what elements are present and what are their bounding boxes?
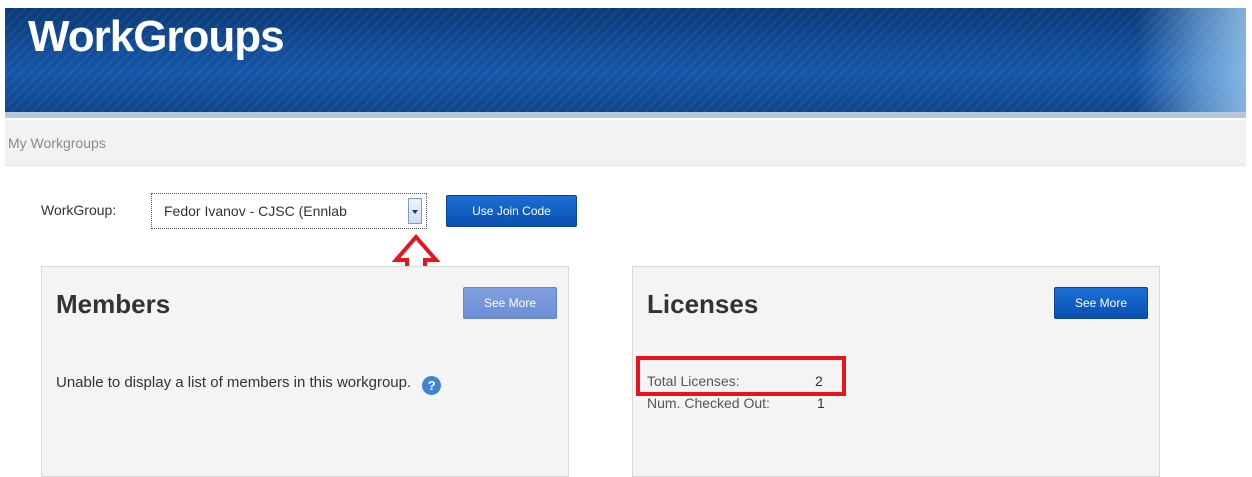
workgroup-label: WorkGroup: bbox=[41, 202, 117, 218]
licenses-title: Licenses bbox=[647, 289, 759, 319]
members-message: Unable to display a list of members in t… bbox=[56, 374, 442, 395]
checked-out-row: Num. Checked Out: 1 bbox=[647, 395, 825, 411]
question-icon[interactable]: ? bbox=[422, 376, 442, 395]
workgroup-select-value: Fedor Ivanov - CJSC (Ennlab bbox=[164, 203, 347, 219]
page: WorkGroups My Workgroups WorkGroup: Fedo… bbox=[0, 0, 1252, 477]
checked-out-label: Num. Checked Out: bbox=[647, 395, 770, 411]
licenses-see-more-button[interactable]: See More bbox=[1054, 287, 1148, 319]
header-divider bbox=[5, 112, 1246, 118]
members-see-more-button[interactable]: See More bbox=[463, 287, 557, 319]
breadcrumb-bar: My Workgroups bbox=[5, 120, 1246, 166]
breadcrumb-link[interactable]: My Workgroups bbox=[8, 135, 106, 151]
members-panel: Members See More Unable to display a lis… bbox=[41, 266, 569, 477]
workgroup-select[interactable]: Fedor Ivanov - CJSC (Ennlab bbox=[151, 193, 427, 229]
dropdown-arrow-icon[interactable] bbox=[408, 198, 422, 224]
members-title: Members bbox=[56, 289, 171, 319]
use-join-code-button[interactable]: Use Join Code bbox=[446, 195, 577, 227]
annotation-highlight-box bbox=[636, 356, 846, 396]
checked-out-value: 1 bbox=[817, 395, 825, 411]
members-message-text: Unable to display a list of members in t… bbox=[56, 374, 412, 391]
app-title: WorkGroups bbox=[28, 12, 285, 61]
